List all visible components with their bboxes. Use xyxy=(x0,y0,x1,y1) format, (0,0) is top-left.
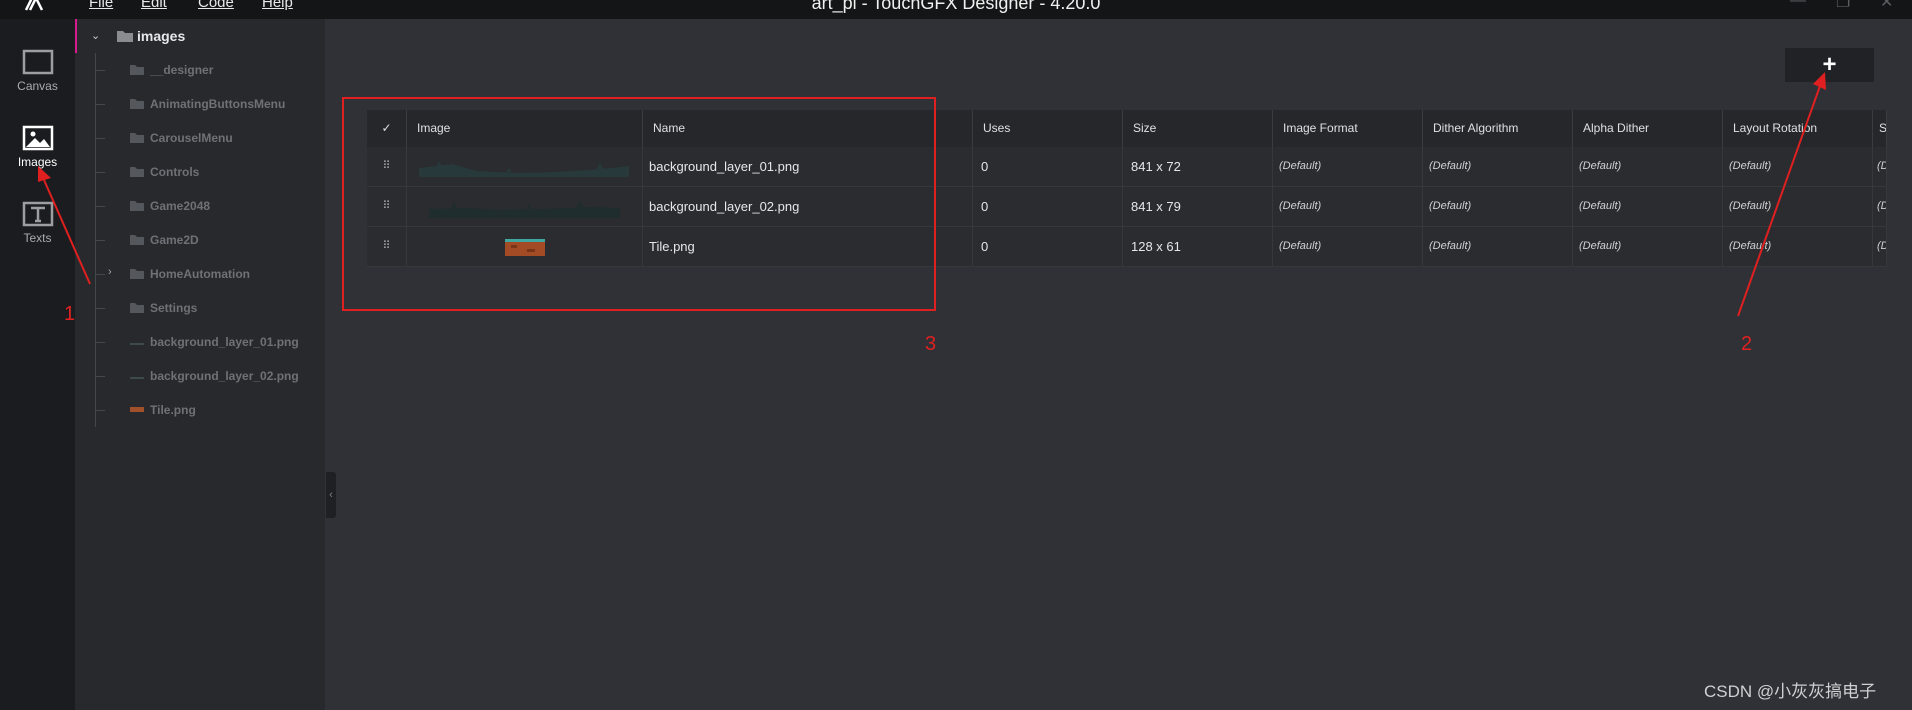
annotation-label-2: 2 xyxy=(1741,333,1753,355)
annotation-label-3: 3 xyxy=(925,333,937,355)
watermark: CSDN @小灰灰搞电子 xyxy=(1704,682,1877,701)
annotation-label-1: 1 xyxy=(64,303,76,325)
annotation-arrows xyxy=(38,72,1826,317)
arrow-head-icon xyxy=(38,166,51,182)
annotation-arrow-1 xyxy=(43,179,91,285)
annotation-arrow-2 xyxy=(1737,85,1821,317)
